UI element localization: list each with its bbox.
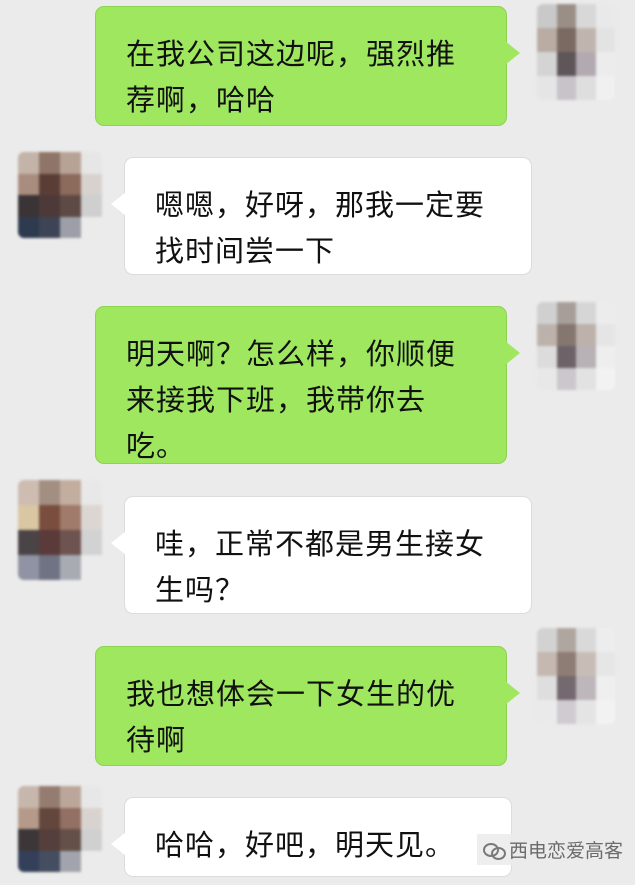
wechat-logo-icon <box>482 842 506 860</box>
message-text: 哇，正常不都是男生接女生吗？ <box>155 527 486 607</box>
bubble-tail <box>505 41 520 65</box>
avatar-self[interactable] <box>537 4 615 100</box>
bubble-tail <box>505 681 520 705</box>
bubble-tail <box>111 192 126 216</box>
message-bubble-sent[interactable]: 我也想体会一下女生的优待啊 <box>95 646 520 766</box>
message-text: 在我公司这边呢，强烈推荐啊，哈哈 <box>126 37 457 117</box>
avatar-contact[interactable] <box>18 152 102 238</box>
message-bubble-sent[interactable]: 明天啊？怎么样，你顺便来接我下班，我带你去吃。 <box>95 306 520 464</box>
avatar-contact[interactable] <box>18 786 102 872</box>
message-bubble-received[interactable]: 哈哈，好吧，明天见。 <box>111 797 512 877</box>
avatar-contact[interactable] <box>18 480 102 580</box>
message-bubble-received[interactable]: 嗯嗯，好呀，那我一定要找时间尝一下 <box>111 157 532 275</box>
message-bubble-sent[interactable]: 在我公司这边呢，强烈推荐啊，哈哈 <box>95 6 520 126</box>
message-text: 我也想体会一下女生的优待啊 <box>126 677 457 757</box>
bubble-tail <box>505 341 520 365</box>
message-text: 嗯嗯，好呀，那我一定要找时间尝一下 <box>155 188 486 268</box>
watermark: 西电恋爱高客 <box>476 834 629 865</box>
avatar-self[interactable] <box>537 302 615 390</box>
message-text: 哈哈，好吧，明天见。 <box>155 828 456 862</box>
bubble-tail <box>111 531 126 555</box>
message-text: 明天啊？怎么样，你顺便来接我下班，我带你去吃。 <box>126 337 457 463</box>
message-bubble-received[interactable]: 哇，正常不都是男生接女生吗？ <box>111 496 532 614</box>
avatar-self[interactable] <box>537 628 615 724</box>
chat-area: 在我公司这边呢，强烈推荐啊，哈哈 嗯嗯，好呀，那我一定要找时间尝一下 明天啊？怎… <box>0 0 635 885</box>
bubble-tail <box>111 832 126 856</box>
watermark-text: 西电恋爱高客 <box>508 840 623 862</box>
